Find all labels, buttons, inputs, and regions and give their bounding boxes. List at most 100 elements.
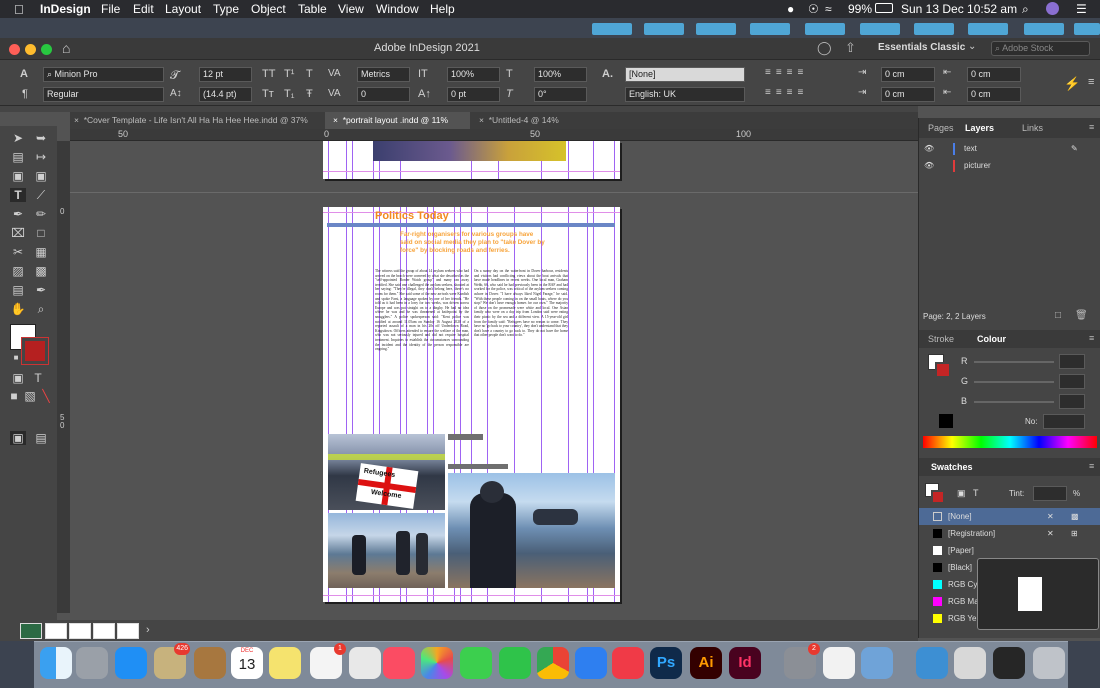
g-slider[interactable] — [974, 381, 1054, 383]
menu-type[interactable]: Type — [213, 2, 239, 16]
apply-none-icon[interactable]: ╲ — [38, 389, 54, 403]
calendar-icon[interactable]: DEC 13 — [231, 647, 263, 679]
contacts-icon[interactable] — [194, 647, 226, 679]
folder-icon[interactable] — [914, 23, 954, 35]
folder-icon[interactable] — [696, 23, 736, 35]
control-center-icon[interactable]: ☰ — [1076, 2, 1087, 16]
article-column-1[interactable]: The witness said the group of about 14 a… — [375, 269, 469, 408]
battery-icon[interactable] — [875, 3, 893, 13]
battery-text[interactable]: 99% — [848, 2, 872, 16]
pencil-icon[interactable]: ✎ — [1071, 140, 1078, 157]
gradient-swatch-tool-icon[interactable]: ▨ — [10, 264, 26, 278]
gap-tool-icon[interactable]: ↦ — [33, 150, 49, 164]
previous-page[interactable] — [323, 141, 620, 179]
tab-colour[interactable]: Colour — [977, 334, 1006, 344]
folder-icon[interactable] — [592, 23, 632, 35]
font-size-field[interactable]: 12 pt — [199, 67, 252, 82]
folder-icon[interactable] — [750, 23, 790, 35]
beach-group-photo[interactable] — [328, 513, 445, 588]
zoom-tool-icon[interactable]: ⌕ — [33, 302, 49, 316]
skew-field[interactable]: 0° — [534, 87, 587, 102]
folder-icon[interactable] — [805, 23, 845, 35]
pencil-tool-icon[interactable]: ✏ — [33, 207, 49, 221]
folder-icon[interactable] — [916, 647, 948, 679]
note-tool-icon[interactable]: ▤ — [10, 283, 26, 297]
article-column-2[interactable]: On a sunny day on the waterfront in Dove… — [474, 269, 568, 408]
trash-icon[interactable]: 🗑 — [1075, 310, 1088, 321]
r-field[interactable] — [1059, 354, 1085, 369]
hand-tool-icon[interactable]: ✋ — [10, 302, 26, 316]
left-indent-field[interactable]: 0 cm — [881, 67, 935, 82]
close-button[interactable] — [9, 44, 20, 55]
menu-file[interactable]: File — [101, 2, 120, 16]
layer-name-picturer[interactable]: picturer — [964, 157, 991, 174]
all-caps-button[interactable]: TT — [262, 68, 275, 80]
right-indent-field[interactable]: 0 cm — [967, 67, 1021, 82]
font-style-select[interactable]: Regular — [43, 87, 164, 102]
g-field[interactable] — [1059, 374, 1085, 389]
illustrator-icon[interactable]: Ai — [690, 647, 722, 679]
paragraph-mode-icon[interactable]: ¶ — [22, 88, 28, 100]
normal-view-icon[interactable]: ▣ — [10, 431, 26, 445]
previous-page-photo[interactable] — [373, 141, 566, 161]
document-canvas[interactable]: Politics Today Far-right organisers for … — [70, 141, 918, 631]
siri-icon[interactable] — [1046, 2, 1059, 15]
binoculars-photo[interactable] — [448, 473, 615, 588]
colour-no-field[interactable] — [1043, 414, 1085, 429]
vertical-ruler[interactable]: 0 5 0 — [57, 141, 70, 613]
preview-icon[interactable]: 426 — [154, 643, 190, 679]
tab-cover-template[interactable]: × *Cover Template - Life Isn't All Ha Ha… — [70, 112, 322, 129]
notes-icon[interactable] — [269, 647, 301, 679]
colour-stroke-swatch[interactable] — [935, 362, 951, 378]
r-slider[interactable] — [974, 361, 1054, 363]
language-select[interactable]: English: UK — [625, 87, 745, 102]
kerning-field[interactable]: Metrics — [357, 67, 410, 82]
align-buttons-row-1[interactable]: ≡≡≡≡ — [765, 67, 808, 78]
swatch-stroke-icon[interactable] — [931, 490, 945, 504]
clock[interactable]: Sun 13 Dec 10:52 am — [901, 2, 1017, 16]
tab-layers[interactable]: Layers — [965, 123, 994, 133]
swatch-thumb[interactable] — [69, 623, 91, 639]
formatting-container-icon[interactable]: ▣ — [957, 488, 966, 499]
tab-stroke[interactable]: Stroke — [928, 334, 954, 344]
music-icon[interactable] — [383, 647, 415, 679]
apple-icon[interactable]:  — [14, 2, 24, 17]
status-icon[interactable]: ☉ — [808, 2, 819, 16]
rectangle-frame-tool-icon[interactable]: ⌧ — [10, 226, 26, 240]
menu-object[interactable]: Object — [251, 2, 286, 16]
type-tool-icon[interactable]: T — [10, 188, 26, 202]
font-family-select[interactable]: ⌕ Minion Pro — [43, 67, 164, 82]
protest-photo[interactable]: Refugees Welcome — [328, 434, 445, 510]
folder-icon[interactable] — [860, 23, 900, 35]
last-line-indent-field[interactable]: 0 cm — [967, 87, 1021, 102]
deck-text[interactable]: Far-right organisers for various groups … — [400, 231, 545, 255]
launchpad-icon[interactable] — [76, 647, 108, 679]
superscript-button[interactable]: T¹ — [284, 68, 294, 80]
close-icon[interactable]: × — [479, 115, 484, 125]
quick-apply-icon[interactable]: ⚡ — [1064, 76, 1080, 92]
colour-spectrum[interactable] — [923, 436, 1097, 448]
menu-edit[interactable]: Edit — [133, 2, 154, 16]
wifi-icon[interactable]: ≈ — [825, 2, 832, 16]
adobe-stock-search[interactable]: ⌕ Adobe Stock — [991, 41, 1090, 56]
screenshot-icon[interactable] — [954, 647, 986, 679]
trash-icon[interactable] — [1033, 647, 1065, 679]
minimize-button[interactable] — [25, 44, 36, 55]
reminders-icon[interactable]: 1 — [310, 643, 346, 679]
layer-row-text[interactable]: 👁 text ✎ — [919, 140, 1100, 157]
creative-cloud-icon[interactable]: ● — [787, 2, 794, 16]
eye-icon[interactable]: 👁 — [924, 157, 934, 174]
free-transform-tool-icon[interactable]: ▦ — [33, 245, 49, 259]
new-layer-icon[interactable]: □ — [1055, 310, 1061, 321]
b-field[interactable] — [1059, 394, 1085, 409]
panel-menu-icon[interactable]: ≡ — [1089, 122, 1094, 132]
layer-name-text[interactable]: text — [964, 140, 977, 157]
photos-icon[interactable] — [421, 647, 453, 679]
apply-color-icon[interactable]: ■ — [6, 389, 22, 403]
photoshop-icon[interactable]: Ps — [650, 647, 682, 679]
black-chip[interactable] — [939, 414, 953, 428]
app-menu[interactable]: InDesign — [40, 2, 91, 16]
chevron-right-icon[interactable]: › — [146, 624, 150, 636]
page-tool-icon[interactable]: ▤ — [10, 150, 26, 164]
swatch-thumb[interactable] — [20, 623, 42, 639]
